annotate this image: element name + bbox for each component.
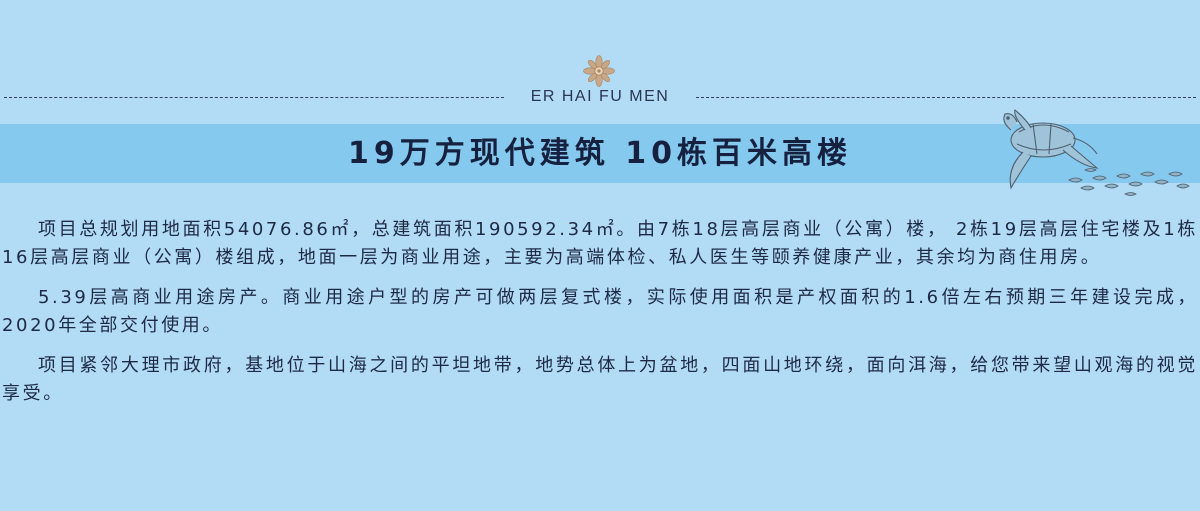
- content-paragraph-3: 项目紧邻大理市政府，基地位于山海之间的平坦地带，地势总体上为盆地，四面山地环绕，…: [2, 355, 1198, 404]
- brand-text: ER HAI FU MEN: [530, 88, 670, 105]
- divider-dashed-line-left: [4, 97, 504, 98]
- lotus-emblem-icon: [583, 55, 615, 87]
- content-paragraph-2: 5.39层高商业用途房产。商业用途户型的房产可做两层复式楼，实际使用面积是产权面…: [2, 287, 1198, 336]
- sea-turtle-icon: [1003, 109, 1190, 196]
- content-paragraph-1: 项目总规划用地面积54076.86㎡，总建筑面积190592.34㎡。由7栋18…: [2, 219, 1198, 268]
- divider-dashed-line-right: [696, 97, 1196, 98]
- header-divider: ER HAI FU MEN: [0, 86, 1200, 108]
- content-body: 项目总规划用地面积54076.86㎡，总建筑面积190592.34㎡。由7栋18…: [2, 216, 1198, 420]
